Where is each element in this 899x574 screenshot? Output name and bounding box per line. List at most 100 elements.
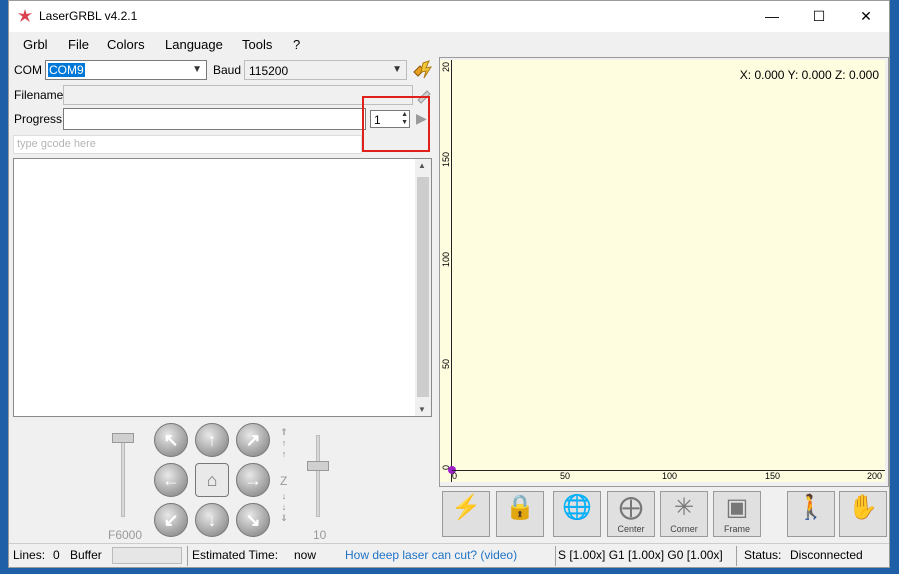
log-scrollbar[interactable]: ▲ ▼: [415, 159, 431, 416]
x-tick-label: 200: [867, 471, 883, 481]
status-separator: [736, 546, 737, 566]
menu-file[interactable]: File: [68, 37, 89, 52]
laser-grbl-window: LaserGRBL v4.2.1 — ☐ ✕ Grbl File Colors …: [8, 0, 890, 568]
chevron-down-icon: ▼: [392, 64, 402, 75]
unlock-button[interactable]: 🔒: [496, 491, 544, 537]
center-label: Center: [617, 524, 645, 534]
walk-button[interactable]: 🚶: [787, 491, 835, 537]
menu-grbl[interactable]: Grbl: [23, 37, 48, 52]
feed-rate-label: F6000: [108, 528, 143, 542]
window-title: LaserGRBL v4.2.1: [39, 9, 138, 23]
gcode-placeholder: type gcode here: [17, 138, 96, 150]
jog-east-button[interactable]: →: [236, 463, 270, 497]
console-log[interactable]: ▲ ▼: [13, 158, 432, 417]
menu-colors[interactable]: Colors: [107, 37, 145, 52]
minimize-button[interactable]: —: [749, 1, 795, 32]
progress-label: Progress: [14, 112, 63, 126]
frame-label: Frame: [723, 524, 750, 534]
laser-app-icon: [18, 9, 32, 22]
x-axis-ruler: 0 50 100 150 200: [452, 470, 885, 482]
laser-icon: ⚡: [451, 494, 481, 521]
step-size-label: 10: [313, 528, 327, 542]
menu-tools[interactable]: Tools: [242, 37, 272, 52]
hand-stop-icon: ✋: [848, 494, 878, 521]
baud-rate-value: 115200: [249, 64, 289, 78]
step-slider-thumb[interactable]: [307, 461, 329, 471]
menu-help[interactable]: ?: [293, 37, 300, 52]
corner-button[interactable]: ✳ Corner: [660, 491, 708, 537]
estimated-time-label: Estimated Time:: [192, 548, 279, 562]
jog-south-west-button[interactable]: ↙: [154, 503, 188, 537]
x-tick-label: 100: [662, 471, 678, 481]
baud-rate-select[interactable]: 115200 ▼: [244, 60, 407, 80]
jog-west-button[interactable]: ←: [154, 463, 188, 497]
x-tick-label: 50: [560, 471, 571, 481]
frame-icon: ▣: [725, 494, 749, 521]
maximize-button[interactable]: ☐: [796, 1, 842, 32]
action-toolbar: ⚡ 🔒 🌐 ⨁ Center ✳ Corner ▣ Frame 🚶 ✋: [439, 489, 889, 539]
menu-language[interactable]: Language: [165, 37, 223, 52]
center-button[interactable]: ⨁ Center: [607, 491, 655, 537]
menu-bar: Grbl File Colors Language Tools ?: [9, 33, 889, 55]
frame-button[interactable]: ▣ Frame: [713, 491, 761, 537]
close-button[interactable]: ✕: [843, 1, 889, 32]
progress-bar: [63, 108, 366, 130]
preview-canvas[interactable]: X: 0.000 Y: 0.000 Z: 0.000: [448, 60, 885, 482]
filename-label: Filename: [14, 88, 64, 102]
laser-fire-button[interactable]: ⚡: [442, 491, 490, 537]
com-port-value: COM9: [48, 63, 85, 77]
y-tick-label: 150: [441, 152, 451, 168]
jog-controls: F6000 ↖ ↑ ↗ ← ⌂ → ↙ ↓ ↘ ⇑ ↑ ↑ Z ↓ ↓ ⇓ 10: [10, 421, 437, 543]
z-jog-arrows[interactable]: ⇑ ↑ ↑: [279, 427, 289, 460]
jog-south-button[interactable]: ↓: [195, 503, 229, 537]
override-values: S [1.00x] G1 [1.00x] G0 [1.00x]: [558, 548, 723, 562]
highlight-annotation: [362, 96, 430, 152]
help-video-link[interactable]: How deep laser can cut? (video): [345, 548, 517, 562]
scroll-down-icon[interactable]: ▼: [418, 405, 426, 414]
jog-south-east-button[interactable]: ↘: [236, 503, 270, 537]
status-label: Status:: [744, 548, 782, 562]
estimated-time-value: now: [294, 548, 317, 562]
jog-north-button[interactable]: ↑: [195, 423, 229, 457]
y-tick-label: 20: [441, 62, 451, 73]
status-separator: [555, 546, 556, 566]
buffer-label: Buffer: [70, 548, 102, 562]
globe-icon: 🌐: [562, 494, 592, 521]
jog-north-east-button[interactable]: ↗: [236, 423, 270, 457]
chevron-down-icon: ▼: [192, 64, 202, 75]
feed-slider-thumb[interactable]: [112, 433, 134, 443]
connect-icon[interactable]: [411, 60, 433, 80]
y-tick-label: 50: [441, 359, 451, 370]
position-readout: X: 0.000 Y: 0.000 Z: 0.000: [739, 68, 879, 82]
preview-panel: 20 150 100 50 0 X: 0.000 Y: 0.000 Z: 0.0…: [439, 57, 889, 487]
stop-button[interactable]: ✋: [839, 491, 887, 537]
com-port-select[interactable]: COM9 ▼: [45, 60, 207, 80]
globe-button[interactable]: 🌐: [553, 491, 601, 537]
x-tick-label: 150: [765, 471, 781, 481]
connection-status: Disconnected: [790, 548, 863, 562]
lines-count: 0: [53, 548, 60, 562]
y-tick-label: 100: [441, 252, 451, 268]
com-label: COM: [14, 63, 42, 77]
lines-label: Lines:: [13, 548, 46, 562]
status-bar: Lines: 0 Buffer Estimated Time: now How …: [9, 543, 889, 567]
scroll-thumb[interactable]: [417, 177, 429, 397]
corner-icon: ✳: [673, 494, 695, 521]
z-axis-label: Z: [280, 474, 288, 488]
step-slider-track[interactable]: [316, 435, 320, 517]
y-axis-ruler: 20 150 100 50 0: [440, 60, 452, 482]
jog-north-west-button[interactable]: ↖: [154, 423, 188, 457]
gcode-command-input[interactable]: type gcode here: [13, 135, 362, 154]
lock-icon: 🔒: [505, 494, 535, 521]
home-button[interactable]: ⌂: [195, 463, 229, 497]
status-separator: [187, 546, 188, 566]
scroll-up-icon[interactable]: ▲: [418, 161, 426, 170]
buffer-bar: [112, 547, 182, 564]
title-bar: LaserGRBL v4.2.1 — ☐ ✕: [9, 1, 889, 32]
crosshair-icon: ⨁: [619, 494, 643, 521]
feed-slider-track[interactable]: [121, 435, 125, 517]
walk-icon: 🚶: [796, 494, 826, 521]
z-jog-down-arrows[interactable]: ↓ ↓ ⇓: [279, 491, 289, 524]
filename-field[interactable]: [63, 85, 413, 105]
x-tick-label: 0: [452, 471, 458, 481]
